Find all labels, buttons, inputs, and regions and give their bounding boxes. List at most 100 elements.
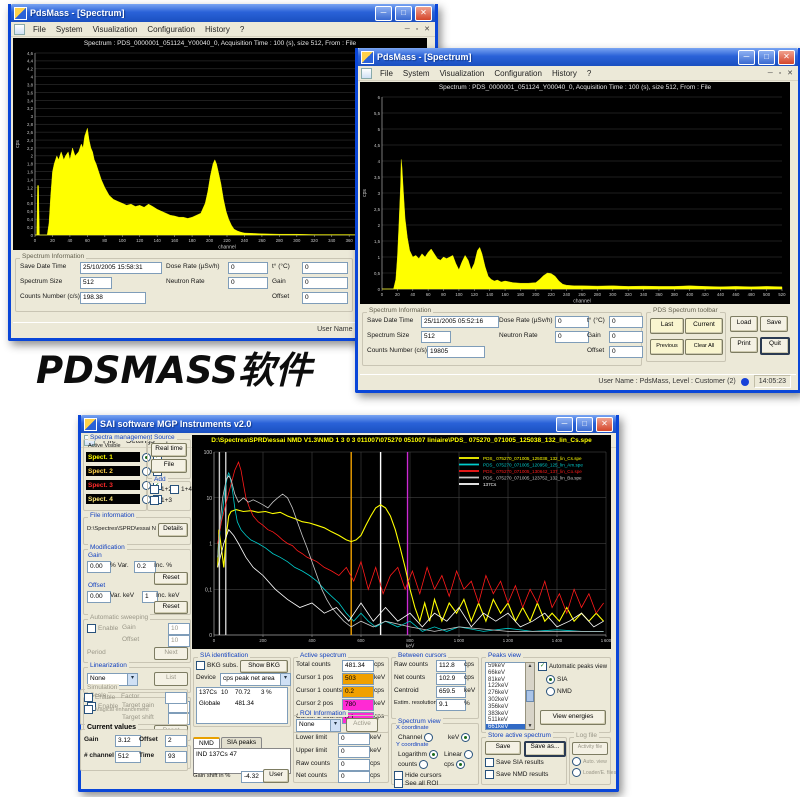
details-button[interactable]: Details <box>158 523 188 537</box>
dose-field[interactable]: 0 <box>555 316 589 328</box>
w2-menu-0[interactable]: File <box>375 69 398 78</box>
w2-menu-2[interactable]: Visualization <box>435 69 490 78</box>
w1-menu-4[interactable]: History <box>200 25 235 34</box>
sai-overlay-chart[interactable]: 00,111010002004006008001 0001 2001 4001 … <box>192 446 611 649</box>
gain-spinner[interactable]: 0.00 <box>87 561 111 573</box>
device-select[interactable]: cps peak net area <box>220 673 291 686</box>
peak-item-4[interactable]: 276keV <box>486 690 526 697</box>
maximize-button[interactable]: □ <box>758 50 775 65</box>
channel-radio[interactable] <box>424 733 433 742</box>
real-time-button[interactable]: Real time <box>151 443 187 457</box>
save-as-button[interactable]: Save as... <box>524 741 566 757</box>
show-bkg-button[interactable]: Show BKG <box>240 660 288 673</box>
peak-item-7[interactable]: 383keV <box>486 711 526 718</box>
temp-field[interactable]: 0 <box>302 262 348 274</box>
peak-item-9[interactable]: 661keV <box>486 724 526 730</box>
see-all-roi-checkbox[interactable] <box>394 779 403 788</box>
gain-field[interactable]: 0 <box>609 331 643 343</box>
gain-reset-button[interactable]: Reset <box>154 572 188 585</box>
add-1-3-checkbox[interactable] <box>150 496 159 505</box>
maximize-button[interactable]: □ <box>395 6 412 21</box>
sia-radio[interactable] <box>546 675 555 684</box>
cps-radio[interactable] <box>456 760 465 769</box>
upper-limit-field[interactable]: 0 <box>338 746 370 758</box>
w1-menu-1[interactable]: System <box>51 25 88 34</box>
size-field[interactable]: 512 <box>80 277 112 289</box>
auto-peaks-checkbox[interactable]: ✓ <box>538 662 547 671</box>
file-button[interactable]: File <box>151 459 187 473</box>
previous-button[interactable]: Previous <box>650 339 684 355</box>
counts-field[interactable]: 19805 <box>427 346 485 358</box>
peak-item-5[interactable]: 302keV <box>486 697 526 704</box>
tab-sia-peaks[interactable]: SIA peaks <box>221 737 262 748</box>
titlebar[interactable]: PdsMass - [Spectrum] ─ □ ✕ <box>358 48 798 66</box>
save-button[interactable]: Save <box>760 316 788 332</box>
add-1-4-checkbox[interactable] <box>170 485 179 494</box>
print-button[interactable]: Print <box>730 337 758 353</box>
last-button[interactable]: Last <box>650 318 684 334</box>
offset-field[interactable]: 0 <box>609 346 643 358</box>
peak-item-6[interactable]: 356keV <box>486 704 526 711</box>
peaks-scrollbar[interactable]: ▲▼ <box>525 662 535 730</box>
size-field[interactable]: 512 <box>421 331 451 343</box>
gain-field[interactable]: 0 <box>302 277 348 289</box>
spectrum-chart-2[interactable]: 00,511,522,533,544,555,56020406080100120… <box>360 93 790 304</box>
neutron-field[interactable]: 0 <box>555 331 589 343</box>
load-button[interactable]: Load <box>730 316 758 332</box>
minimize-button[interactable]: ─ <box>375 6 392 21</box>
logarithm-radio[interactable] <box>429 750 438 759</box>
w2-menu-3[interactable]: Configuration <box>489 69 547 78</box>
save-nmd-checkbox[interactable] <box>485 770 494 779</box>
scroll-up-icon[interactable]: ▲ <box>528 663 533 669</box>
peak-item-8[interactable]: 511keV <box>486 717 526 724</box>
current-button[interactable]: Current <box>685 318 723 334</box>
save-date-field[interactable]: 25/11/2005 05:52:16 <box>421 316 499 328</box>
sia-row-globale[interactable]: Globale481.34 <box>197 699 287 710</box>
counts-radio[interactable] <box>419 760 428 769</box>
close-button[interactable]: ✕ <box>778 50 795 65</box>
titlebar[interactable]: PdsMass - [Spectrum] ─ □ ✕ <box>11 4 435 22</box>
save-sia-checkbox[interactable] <box>485 758 494 767</box>
w2-menu-1[interactable]: System <box>398 69 435 78</box>
sia-row-137cs[interactable]: 137Cs1070.723 % <box>197 688 287 699</box>
offset-field[interactable]: 0 <box>302 292 348 304</box>
kev-radio[interactable] <box>461 733 470 742</box>
w2-menu-4[interactable]: History <box>547 69 582 78</box>
clear-all-button[interactable]: Clear All <box>685 339 723 355</box>
w1-menu-5[interactable]: ? <box>235 25 249 34</box>
add-1-2-checkbox[interactable] <box>150 485 159 494</box>
bkg-subs-checkbox[interactable] <box>196 661 205 670</box>
gain-inc-field[interactable]: 0.2 <box>134 561 156 573</box>
peaks-listbox[interactable]: 59keV66keV81keV122keV276keV302keV356keV3… <box>485 662 527 730</box>
view-energies-button[interactable]: View energies <box>540 710 606 725</box>
save-spectrum-button[interactable]: Save <box>485 741 521 755</box>
sweeping-enable-checkbox[interactable] <box>87 624 96 633</box>
temp-field[interactable]: 0 <box>609 316 643 328</box>
peak-item-2[interactable]: 81keV <box>486 677 526 684</box>
counts-field[interactable]: 198.38 <box>80 292 146 304</box>
close-button[interactable]: ✕ <box>596 417 613 432</box>
w1-menu-3[interactable]: Configuration <box>142 25 200 34</box>
neutron-field[interactable]: 0 <box>228 277 268 289</box>
dose-field[interactable]: 0 <box>228 262 268 274</box>
titlebar[interactable]: SAI software MGP Instruments v2.0 ─ □ ✕ <box>81 415 616 433</box>
minimize-button[interactable]: ─ <box>556 417 573 432</box>
w1-menu-0[interactable]: File <box>28 25 51 34</box>
save-date-field[interactable]: 25/10/2005 15:58:31 <box>80 262 162 274</box>
nmd-radio[interactable] <box>546 687 555 696</box>
maximize-button[interactable]: □ <box>576 417 593 432</box>
peak-item-0[interactable]: 59keV <box>486 663 526 670</box>
simulation-enable-checkbox[interactable] <box>84 693 93 702</box>
roi-select[interactable]: None <box>296 719 341 732</box>
lower-limit-field[interactable]: 0 <box>338 733 370 745</box>
peak-item-3[interactable]: 122keV <box>486 683 526 690</box>
linear-radio[interactable] <box>464 750 473 759</box>
mdi-window-buttons[interactable]: ─ ▫ ✕ <box>405 25 432 33</box>
minimize-button[interactable]: ─ <box>738 50 755 65</box>
offset-reset-button[interactable]: Reset <box>154 601 188 614</box>
quit-button[interactable]: Quit <box>760 337 790 355</box>
scroll-thumb[interactable] <box>526 690 534 702</box>
close-button[interactable]: ✕ <box>415 6 432 21</box>
w1-menu-2[interactable]: Visualization <box>88 25 143 34</box>
mdi-window-buttons[interactable]: ─ ▫ ✕ <box>768 69 795 77</box>
